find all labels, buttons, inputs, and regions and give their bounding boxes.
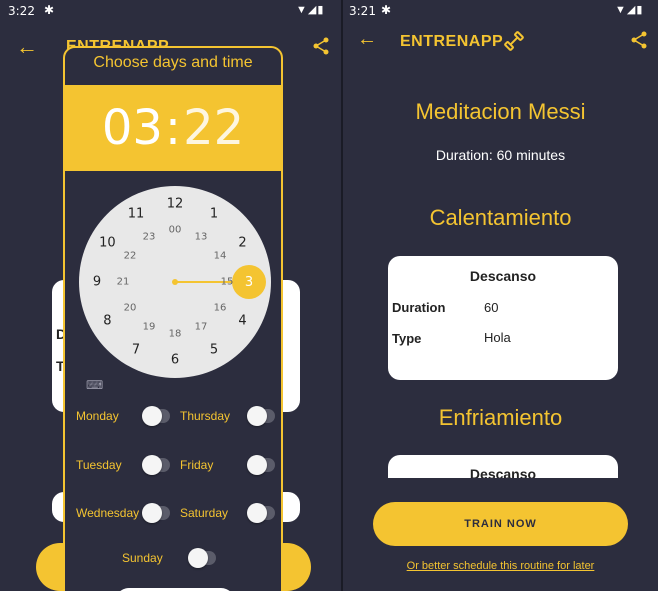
schedule-dialog: Choose days and time 03 : 22 3 12 1 2 4 5 6 7 8… [63,46,283,591]
duration-value: 60 [484,300,499,315]
type-key: Type [392,331,422,346]
system-icons: ▼◢▮ [615,4,644,16]
day-label-tuesday: Tuesday [76,458,122,472]
hour-display[interactable]: 03 [102,100,163,156]
status-time: 3:22 [8,4,35,18]
gear-icon: ✱ [44,3,55,17]
switch-thumb [142,455,162,475]
clock-hour-6[interactable]: 6 [171,353,179,368]
system-icons: ▼◢▮ [296,4,325,16]
friday-switch[interactable] [247,455,275,475]
routine-title: Meditacion Messi [415,99,586,124]
train-now-button[interactable]: TRAIN NOW [373,502,628,546]
switch-thumb [247,406,267,426]
section-title-enfriamiento: Enfriamiento [438,405,563,430]
switch-thumb [247,455,267,475]
thursday-switch[interactable] [247,406,275,426]
clock-selected-hour[interactable]: 3 [232,265,266,299]
day-label-saturday: Saturday [180,506,229,520]
routine-duration: Duration: 60 minutes [435,147,566,163]
day-label-friday: Friday [180,458,214,472]
wednesday-switch[interactable] [142,503,170,523]
clock-hour-16[interactable]: 16 [214,303,227,314]
minute-display[interactable]: 22 [183,100,244,156]
clock-hour-4[interactable]: 4 [238,314,246,329]
clock-hour-21[interactable]: 21 [117,277,130,288]
exercise-card[interactable]: Descanso Duration 60 Type Hola [388,256,618,380]
day-label-monday: Monday [76,409,119,423]
type-value: Hola [484,330,511,345]
back-arrow-icon[interactable]: ← [357,28,377,51]
share-icon[interactable] [630,31,648,49]
clock-center [172,279,178,285]
clock-hour-8[interactable]: 8 [103,314,111,329]
left-screen: 3:22 ✱ ▼◢▮ ← ENTRENAPP D T Choose days a… [0,0,341,591]
keyboard-icon[interactable]: ⌨ [86,378,103,392]
status-bar: 3:21 ✱ ▼◢▮ [343,0,658,22]
saturday-switch[interactable] [247,503,275,523]
gear-icon: ✱ [381,3,392,17]
switch-thumb [142,406,162,426]
duration-key: Duration [392,300,446,315]
monday-switch[interactable] [142,406,170,426]
schedule-later-link[interactable]: Or better schedule this routine for late… [343,560,658,572]
clock-hour-5[interactable]: 5 [210,342,218,357]
day-label-thursday: Thursday [180,409,231,423]
sunday-switch[interactable] [188,548,216,568]
clock-hour-00[interactable]: 00 [169,225,182,236]
switch-thumb [188,548,208,568]
clock-hour-10[interactable]: 10 [99,236,116,251]
clock-hour-17[interactable]: 17 [195,322,208,333]
day-label-wednesday: Wednesday [76,506,140,520]
time-separator: : [164,100,182,156]
card-title: Descanso [469,466,537,478]
back-arrow-icon[interactable]: ← [16,34,38,60]
clock-hour-15[interactable]: 15 [221,277,234,288]
section-title-calentamiento: Calentamiento [429,205,572,230]
clock-hour-2[interactable]: 2 [238,236,246,251]
dialog-title: Choose days and time [93,54,253,71]
right-screen: 3:21 ✱ ▼◢▮ ← ENTRENAPP Meditacion Messi … [343,0,658,591]
tuesday-switch[interactable] [142,455,170,475]
time-display: 03 : 22 [65,85,281,171]
clock-dial[interactable]: 3 12 1 2 4 5 6 7 8 9 10 11 00 13 14 15 16 17 18 19 20 21 22 23 [79,186,271,378]
clock-hour-14[interactable]: 14 [214,251,227,262]
exercise-card[interactable]: Descanso [388,455,618,478]
clock-hour-18[interactable]: 18 [169,329,182,340]
app-title: ENTRENAPP [400,33,504,50]
clock-hour-13[interactable]: 13 [195,231,208,242]
clock-hour-7[interactable]: 7 [132,342,140,357]
status-bar: 3:22 ✱ ▼◢▮ [0,0,341,22]
switch-thumb [142,503,162,523]
clock-hour-22[interactable]: 22 [124,251,137,262]
share-icon[interactable] [312,37,330,55]
clock-hour-1[interactable]: 1 [210,207,218,222]
clock-hour-9[interactable]: 9 [93,275,101,290]
clock-hour-11[interactable]: 11 [128,207,145,222]
dumbbell-icon [504,31,524,51]
clock-hour-12[interactable]: 12 [167,197,184,212]
clock-hour-20[interactable]: 20 [124,303,137,314]
card-title: Descanso [469,268,537,284]
status-time: 3:21 [349,4,376,18]
day-label-sunday: Sunday [122,551,163,565]
clock-hour-23[interactable]: 23 [143,231,156,242]
clock-hour-19[interactable]: 19 [143,322,156,333]
switch-thumb [247,503,267,523]
